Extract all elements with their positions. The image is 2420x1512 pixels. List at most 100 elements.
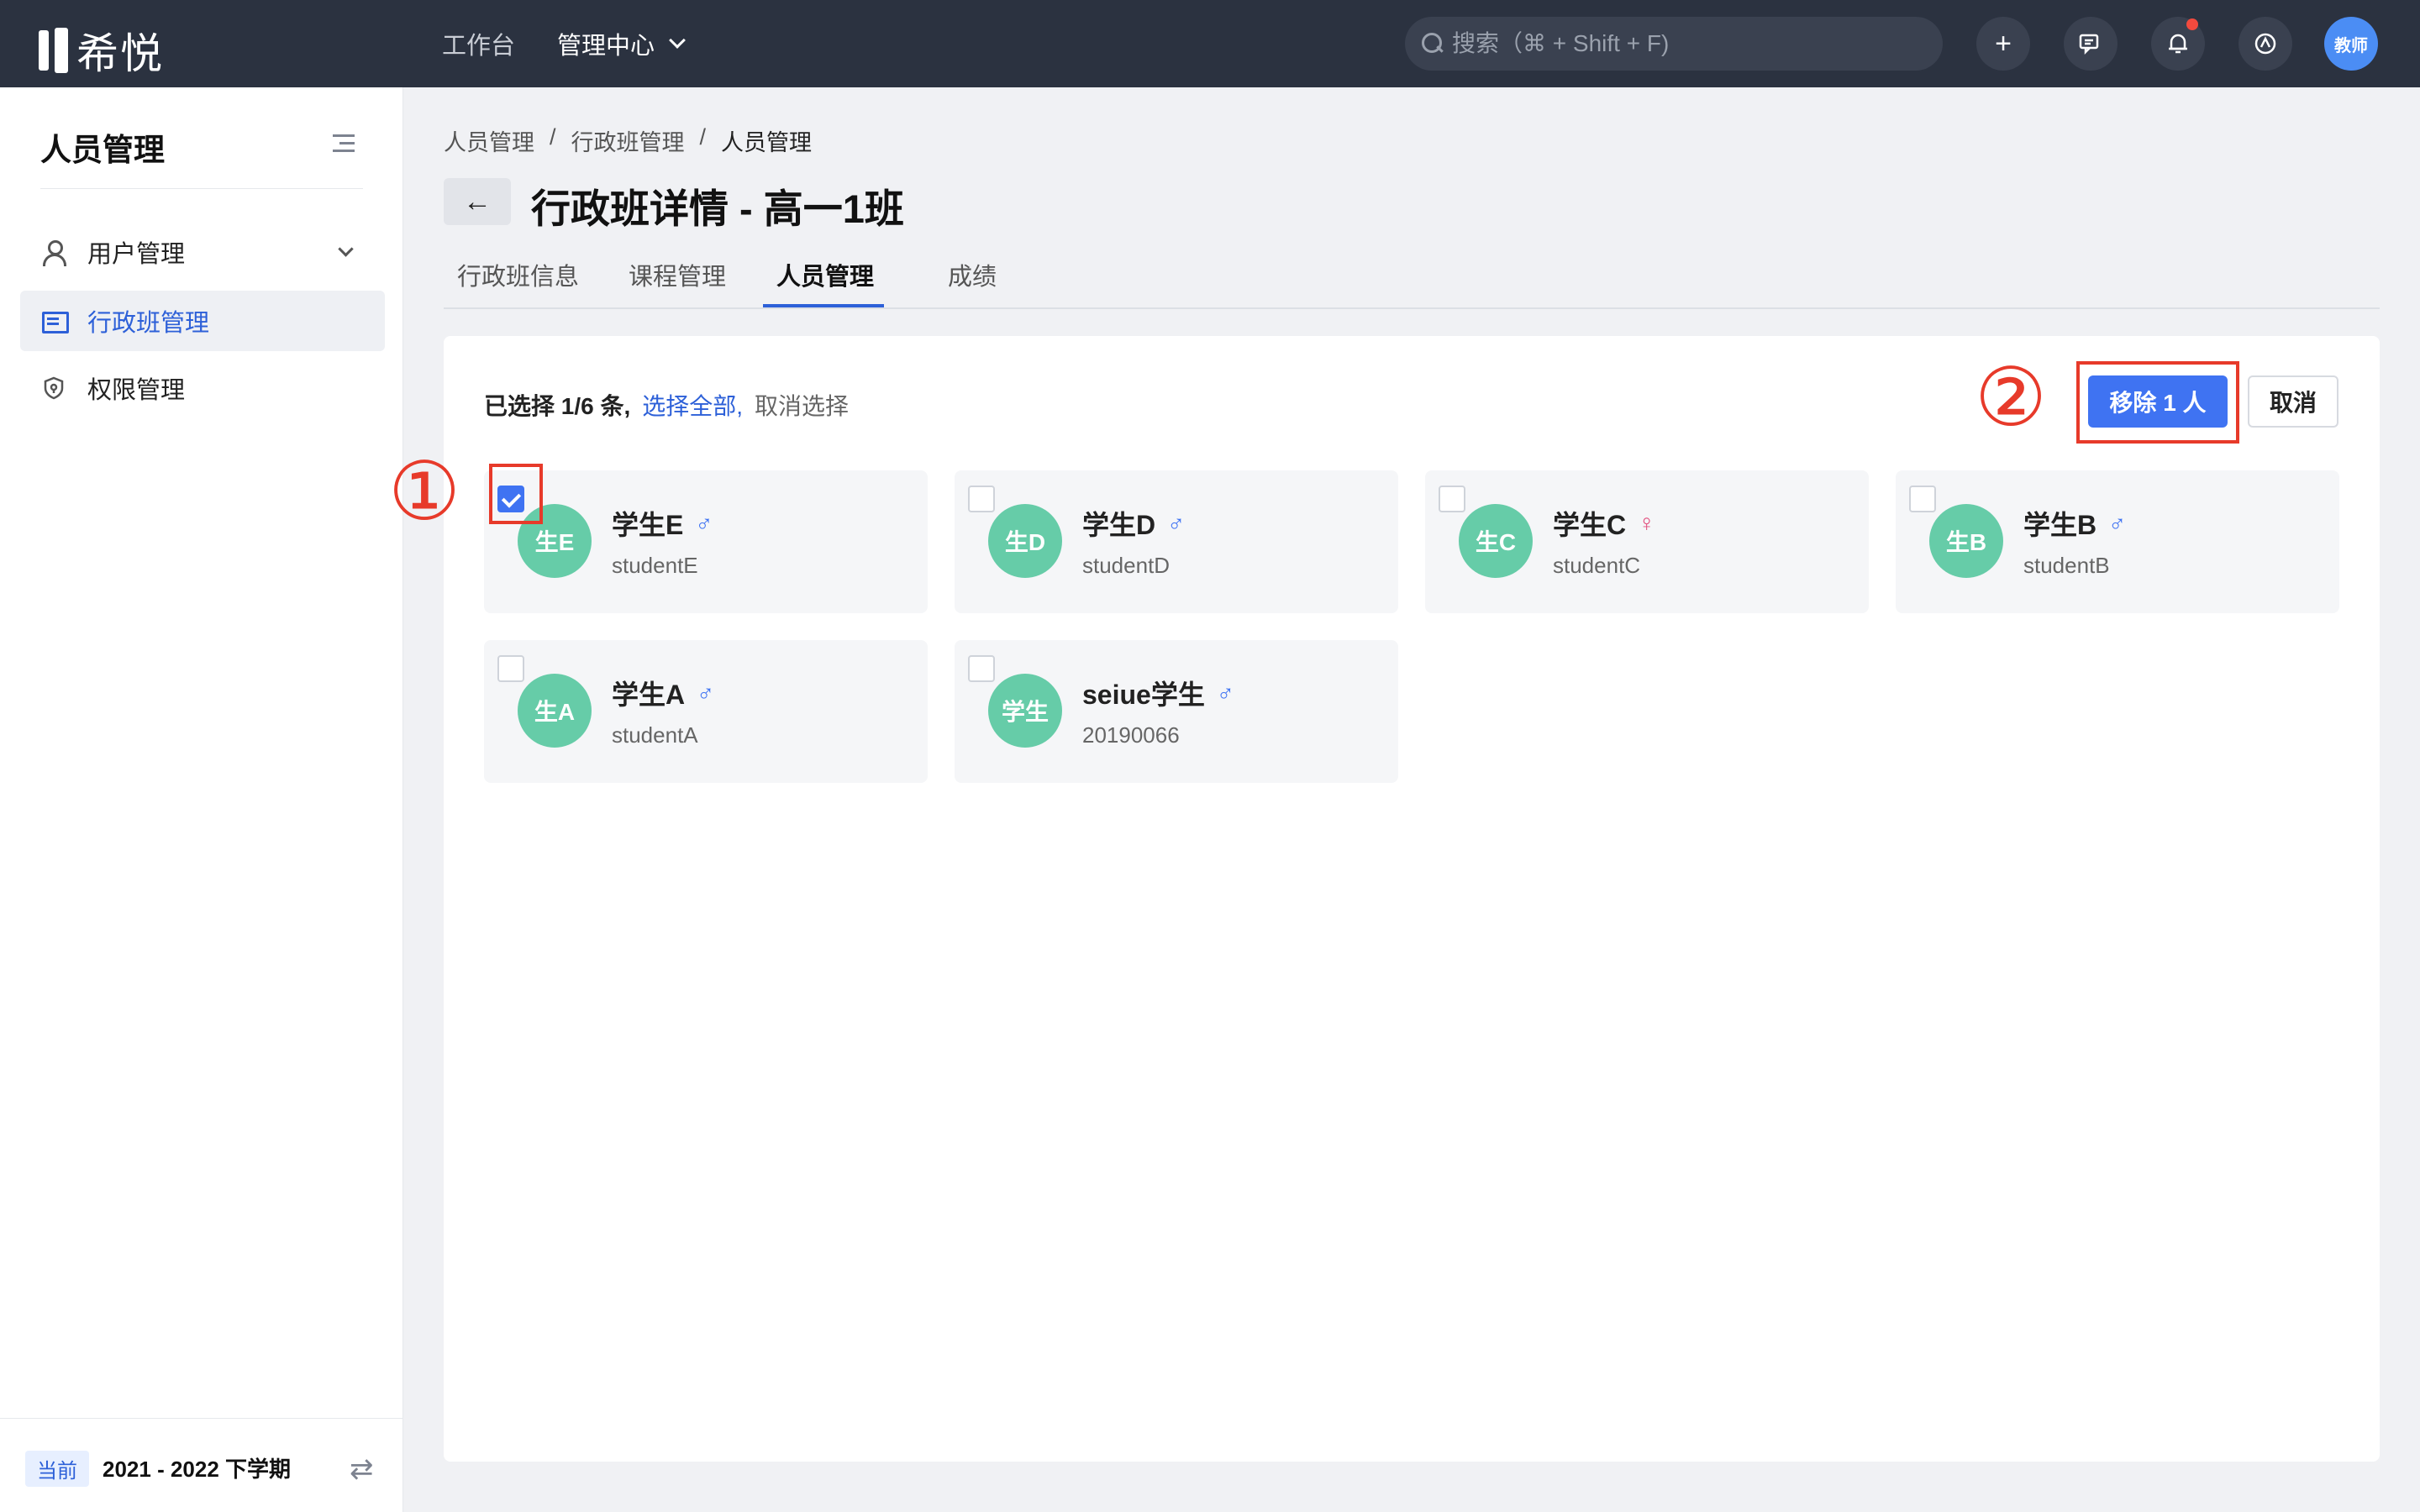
selection-count: 已选择 1/6 条, xyxy=(484,393,631,419)
select-all-link[interactable]: 选择全部, xyxy=(642,388,743,422)
sidebar: 人员管理 用户管理 行政班管理 权限管理 当前 2021 - 2022 下学期 … xyxy=(0,87,403,1512)
breadcrumb-item[interactable]: 人员管理 xyxy=(444,124,534,157)
sidebar-item-label: 权限管理 xyxy=(87,377,186,404)
notification-button[interactable] xyxy=(2151,17,2205,71)
male-icon: ♂ xyxy=(1167,510,1186,536)
student-name: 学生C xyxy=(1553,510,1627,540)
term-selector: 当前 2021 - 2022 下学期 ⇄ xyxy=(0,1418,403,1512)
student-name-row: 学生D ♂ xyxy=(1082,504,1185,543)
student-id: studentB xyxy=(2023,553,2110,578)
chat-icon xyxy=(2079,34,2099,55)
search-input[interactable] xyxy=(1452,30,1923,57)
student-name: seiue学生 xyxy=(1082,680,1205,710)
student-name-row: 学生B ♂ xyxy=(2023,504,2126,543)
bell-icon xyxy=(2169,34,2187,54)
sidebar-item-permission-management[interactable]: 权限管理 xyxy=(20,358,385,418)
male-icon: ♂ xyxy=(1216,680,1234,706)
female-icon: ♀ xyxy=(1638,510,1656,536)
student-id: studentD xyxy=(1082,553,1171,578)
logo-mark-icon xyxy=(39,28,68,73)
student-name-row: 学生C ♀ xyxy=(1553,504,1655,543)
tab-course-management[interactable]: 课程管理 xyxy=(629,257,726,292)
sidebar-title: 人员管理 xyxy=(40,133,165,167)
annotation-highlight-box xyxy=(489,464,543,524)
breadcrumb-separator: / xyxy=(699,124,707,150)
chevron-down-icon xyxy=(669,32,686,49)
student-name-row: 学生A ♂ xyxy=(612,674,714,712)
student-checkbox[interactable] xyxy=(497,655,524,682)
tab-grades[interactable]: 成绩 xyxy=(948,257,997,292)
sidebar-divider xyxy=(40,188,363,189)
male-icon: ♂ xyxy=(695,510,713,536)
collapse-sidebar-icon[interactable] xyxy=(333,134,355,153)
arrow-left-icon: ← xyxy=(463,185,492,218)
sidebar-item-label: 行政班管理 xyxy=(87,310,210,337)
student-card[interactable]: 生C 学生C ♀ studentC xyxy=(1425,470,1869,613)
current-term-tag: 当前 xyxy=(25,1451,89,1487)
tab-class-info[interactable]: 行政班信息 xyxy=(457,257,579,292)
student-name-row: 学生E ♂ xyxy=(612,504,713,543)
male-icon: ♂ xyxy=(697,680,715,706)
member-panel: 已选择 1/6 条, 选择全部, 取消选择 移除 1 人 取消 ② 生E 学生E… xyxy=(388,336,2380,1462)
student-name: 学生D xyxy=(1082,510,1156,540)
nav-admin-center[interactable]: 管理中心 xyxy=(557,26,686,61)
student-card[interactable]: 生D 学生D ♂ studentD xyxy=(955,470,1398,613)
sidebar-item-class-management[interactable]: 行政班管理 xyxy=(20,291,385,351)
student-checkbox[interactable] xyxy=(1909,486,1936,512)
student-name: 学生A xyxy=(612,680,686,710)
top-bar: 希悦 工作台 管理中心 + 教师 xyxy=(0,0,2420,87)
nav-admin-center-label: 管理中心 xyxy=(557,33,655,60)
shield-icon xyxy=(40,375,67,402)
chevron-down-icon xyxy=(338,240,354,257)
student-id: studentE xyxy=(612,553,698,578)
tab-member-management[interactable]: 人员管理 xyxy=(776,257,874,292)
tab-bar: 行政班信息 课程管理 人员管理 成绩 xyxy=(444,252,2380,309)
avatar: 生A xyxy=(518,674,592,748)
avatar: 学生 xyxy=(988,674,1062,748)
student-checkbox[interactable] xyxy=(968,486,995,512)
notification-dot xyxy=(2186,18,2198,30)
student-name-row: seiue学生 ♂ xyxy=(1082,674,1234,712)
breadcrumb-separator: / xyxy=(550,124,556,150)
student-name: 学生B xyxy=(2023,510,2097,540)
avatar: 生B xyxy=(1929,504,2003,578)
plus-button[interactable]: + xyxy=(1976,17,2030,71)
search-icon xyxy=(1422,33,1444,55)
student-id: 20190066 xyxy=(1082,722,1180,748)
breadcrumb: 人员管理 / 行政班管理 / 人员管理 xyxy=(444,124,812,157)
app-logo[interactable]: 希悦 xyxy=(39,20,164,81)
student-name: 学生E xyxy=(612,510,684,540)
user-icon xyxy=(40,239,67,266)
student-checkbox[interactable] xyxy=(968,655,995,682)
switch-term-icon[interactable]: ⇄ xyxy=(350,1452,374,1486)
settings-icon xyxy=(2254,33,2276,55)
sidebar-item-label: 用户管理 xyxy=(87,241,186,268)
back-button[interactable]: ← xyxy=(444,178,511,225)
annotation-number-1: ① xyxy=(388,447,461,537)
annotation-number-2: ② xyxy=(1975,353,2048,443)
breadcrumb-current: 人员管理 xyxy=(721,130,813,155)
student-id: studentC xyxy=(1553,553,1641,578)
active-tab-indicator xyxy=(763,304,884,307)
selection-info: 已选择 1/6 条, 选择全部, 取消选择 xyxy=(484,388,849,422)
plus-icon: + xyxy=(1995,27,2012,60)
global-search[interactable] xyxy=(1405,17,1943,71)
student-card[interactable]: 生A 学生A ♂ studentA xyxy=(484,640,928,783)
student-checkbox[interactable] xyxy=(1439,486,1465,512)
top-nav: 工作台 管理中心 xyxy=(442,0,686,87)
settings-button[interactable] xyxy=(2238,17,2292,71)
sidebar-item-user-management[interactable]: 用户管理 xyxy=(20,222,385,282)
student-card[interactable]: 生E 学生E ♂ studentE xyxy=(484,470,928,613)
student-card[interactable]: 学生 seiue学生 ♂ 20190066 xyxy=(955,640,1398,783)
student-card[interactable]: 生B 学生B ♂ studentB xyxy=(1896,470,2339,613)
user-avatar[interactable]: 教师 xyxy=(2324,17,2378,71)
cancel-button[interactable]: 取消 xyxy=(2248,375,2338,428)
chat-button[interactable] xyxy=(2064,17,2118,71)
nav-workbench[interactable]: 工作台 xyxy=(442,26,515,61)
breadcrumb-item[interactable]: 行政班管理 xyxy=(571,124,685,157)
cancel-selection-link[interactable]: 取消选择 xyxy=(755,388,849,422)
male-icon: ♂ xyxy=(2108,510,2127,536)
current-term-label: 2021 - 2022 下学期 xyxy=(103,1457,292,1482)
student-id: studentA xyxy=(612,722,698,748)
logo-text: 希悦 xyxy=(76,30,164,77)
